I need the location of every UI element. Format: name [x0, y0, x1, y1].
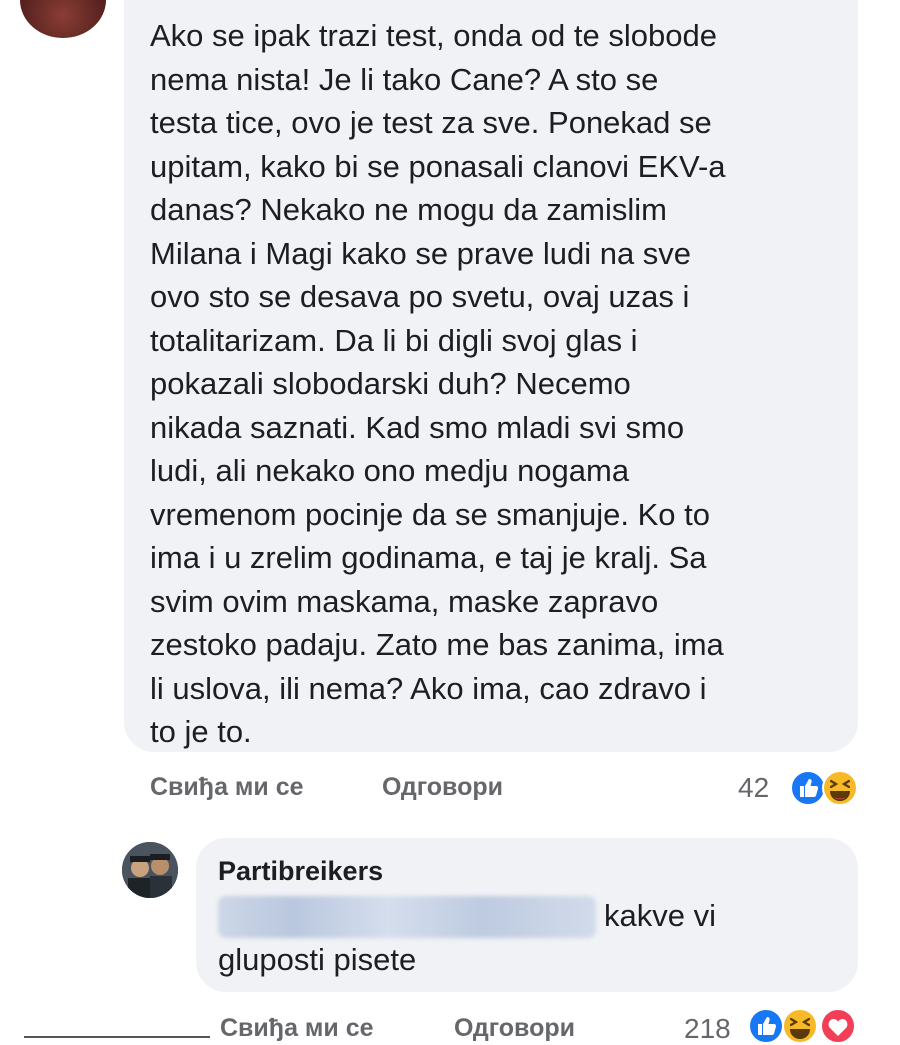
reaction-count[interactable]: 42	[738, 772, 769, 804]
reaction-icons[interactable]	[790, 770, 862, 806]
comment-line: nikada saznati. Kad smo mladi svi smo	[150, 409, 685, 445]
comment-line: pokazali slobodarski duh? Necemo	[150, 366, 631, 401]
haha-icon	[822, 770, 858, 806]
comment-line: testa tice, ovo je test za sve. Ponekad …	[150, 105, 712, 140]
comment-line: svim ovim maskama, maske zapravo	[150, 583, 659, 619]
comment-line: danas? Nekako ne mogu da zamislim	[150, 192, 667, 227]
comment-line: nema nista! Je li tako Cane? A sto se	[150, 61, 659, 97]
reply-like-link[interactable]: Свиђа ми се	[220, 1014, 374, 1043]
haha-icon	[782, 1008, 818, 1044]
like-icon	[748, 1008, 784, 1044]
comment-line: li uslova, ili nema? Ako ima, cao zdravo…	[150, 670, 707, 706]
divider-line	[24, 1036, 210, 1038]
comment-line: Milana i Magi kako se prave ludi na sve	[150, 235, 692, 271]
redacted-mention	[218, 896, 596, 938]
comment-line: vremenom pocinje da se smanjuje. Ko to	[150, 496, 711, 532]
comment-line: upitam, kako bi se ponasali clanovi EKV-…	[150, 148, 726, 184]
reply-text-line-2: gluposti pisete	[218, 942, 417, 977]
reply-text-line-1: kakve vi	[604, 898, 716, 933]
reply-author[interactable]: Partibreikers	[218, 856, 383, 887]
love-icon	[820, 1008, 856, 1044]
reply-reaction-count[interactable]: 218	[684, 1013, 731, 1045]
comment-line: to je to.	[150, 714, 252, 749]
like-icon	[790, 770, 826, 806]
comment-line: Ako se ipak trazi test, onda od te slobo…	[150, 18, 717, 53]
comment-text: Ako se ipak trazi test, onda od te slobo…	[150, 14, 840, 754]
reply-reply-link[interactable]: Одговори	[454, 1014, 575, 1043]
partibreikers-avatar[interactable]	[122, 842, 178, 898]
comment-line: totalitarizam. Da li bi digli svoj glas …	[150, 322, 638, 358]
reply-link[interactable]: Одговори	[382, 773, 503, 802]
commenter-avatar[interactable]	[20, 0, 106, 38]
avatar-photo-icon	[122, 842, 178, 898]
comment-line: zestoko padaju. Zato me bas zanima, ima	[150, 627, 724, 662]
like-link[interactable]: Свиђа ми се	[150, 773, 304, 802]
reply-reaction-icons[interactable]	[748, 1008, 860, 1044]
comment-line: ovo sto se desava po svetu, ovaj uzas i	[150, 279, 690, 314]
comment-line: ludi, ali nekako ono medju nogama	[150, 453, 630, 488]
comment-line: ima i u zrelim godinama, e taj je kralj.…	[150, 540, 707, 575]
